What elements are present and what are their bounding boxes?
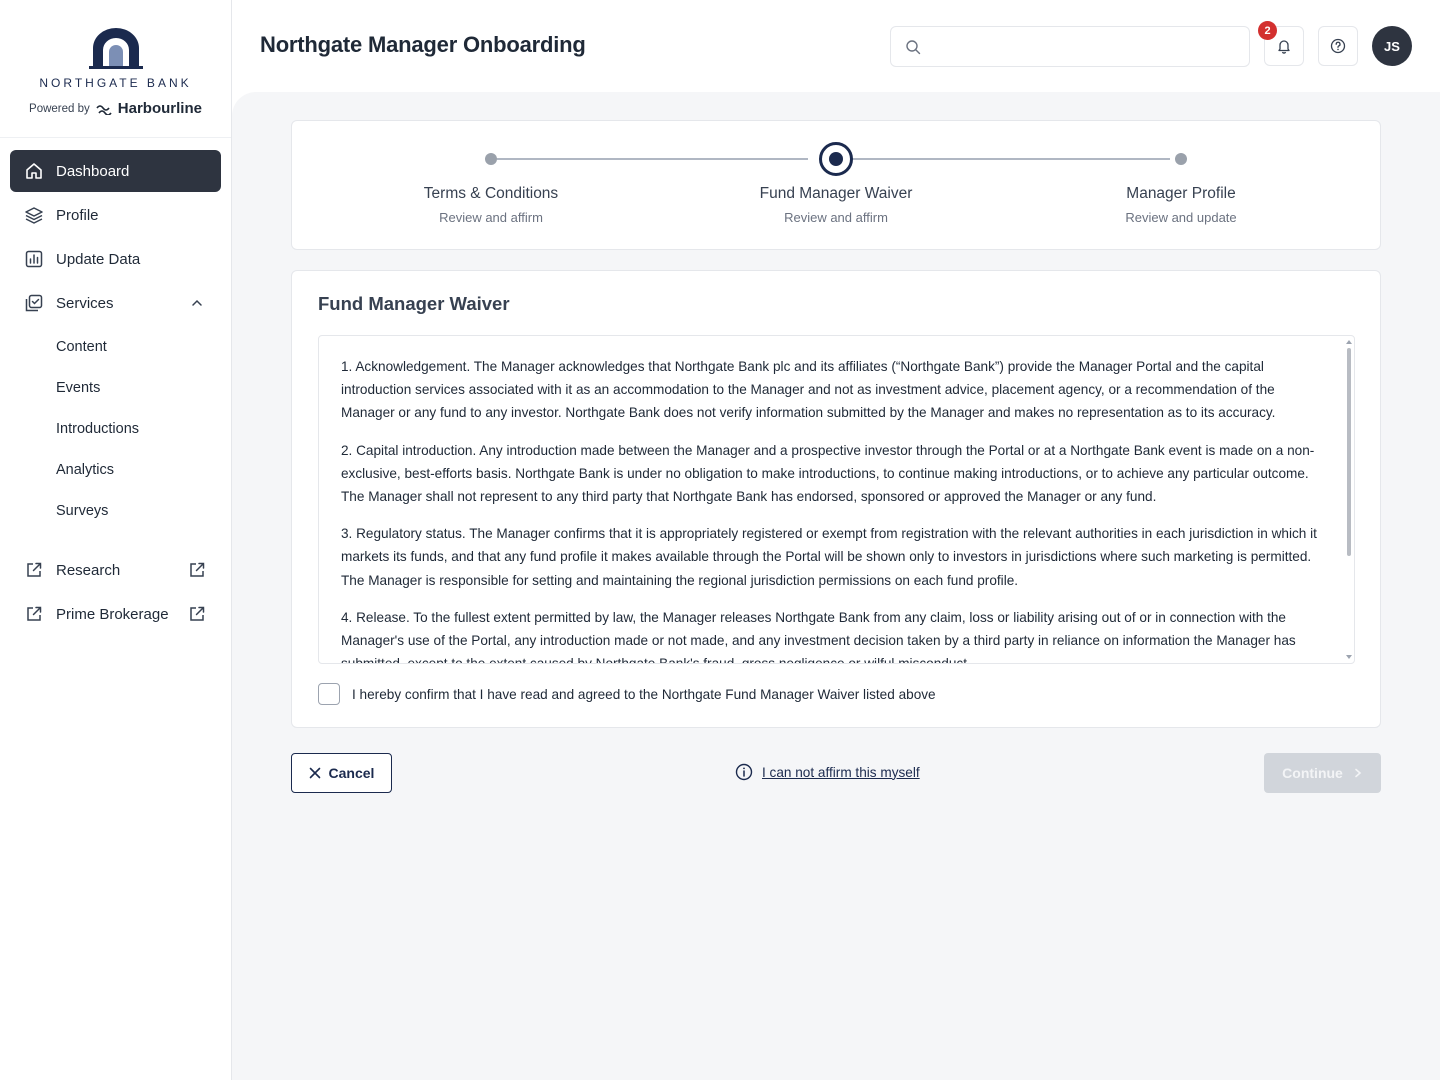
- northgate-logo-icon: [88, 28, 143, 69]
- step-connector: [852, 158, 1170, 160]
- sidebar-item-update-data[interactable]: Update Data: [10, 238, 221, 280]
- search-icon: [906, 40, 921, 55]
- sidebar-item-dashboard[interactable]: Dashboard: [10, 150, 221, 192]
- brand-block: NORTHGATE BANK Powered by Harbourline: [0, 0, 231, 138]
- cancel-button-label: Cancel: [328, 765, 375, 781]
- services-icon: [25, 294, 43, 312]
- powered-by-row: Powered by Harbourline: [29, 100, 202, 117]
- sidebar-item-label: Prime Brokerage: [56, 605, 169, 623]
- step-sub-terms: Review and affirm: [439, 210, 543, 225]
- sidebar-item-label: Profile: [56, 206, 99, 224]
- scrollbar-thumb[interactable]: [1347, 348, 1351, 556]
- chevron-up-icon[interactable]: [187, 293, 207, 313]
- sidebar-item-label: Services: [56, 294, 114, 312]
- powered-by-text: Powered by: [29, 102, 90, 115]
- waiver-paragraph: 2. Capital introduction. Any introductio…: [341, 442, 1315, 505]
- sidebar-subitem-introductions[interactable]: Introductions: [10, 408, 221, 449]
- cannot-affirm-link[interactable]: I can not affirm this myself: [735, 763, 920, 781]
- sidebar-item-label: Dashboard: [56, 162, 130, 180]
- sidebar-item-research[interactable]: Research: [10, 549, 221, 591]
- confirm-waiver-label[interactable]: I hereby confirm that I have read and ag…: [352, 687, 936, 702]
- scroll-down-arrow-icon[interactable]: [1346, 655, 1352, 659]
- top-bar: Northgate Manager Onboarding 2 JS: [232, 0, 1440, 92]
- layers-icon: [25, 207, 43, 224]
- step-label-profile: Manager Profile: [1126, 185, 1236, 202]
- page-title: Northgate Manager Onboarding: [260, 32, 586, 57]
- step-marker-terms: [485, 153, 497, 165]
- step-marker-waiver-current: [819, 142, 853, 176]
- scroll-up-arrow-icon[interactable]: [1346, 340, 1352, 344]
- external-link-icon: [190, 606, 205, 621]
- waiver-paragraph: 1. Acknowledgement. The Manager acknowle…: [341, 359, 1276, 421]
- continue-button-label: Continue: [1282, 765, 1343, 781]
- close-icon: [309, 767, 320, 779]
- sidebar-item-label: Research: [56, 561, 121, 579]
- brand-name: NORTHGATE BANK: [39, 76, 192, 90]
- sidebar-item-label: Update Data: [56, 250, 141, 268]
- sidebar-item-prime-brokerage[interactable]: Prime Brokerage: [10, 593, 221, 635]
- sidebar: NORTHGATE BANK Powered by Harbourline Da…: [0, 0, 232, 1080]
- harbourline-name: Harbourline: [117, 100, 202, 117]
- notification-count-badge: 2: [1258, 21, 1277, 40]
- info-icon: [735, 763, 753, 781]
- chevron-right-icon: [1355, 768, 1362, 778]
- step-label-terms: Terms & Conditions: [423, 185, 559, 202]
- step-sub-waiver: Review and affirm: [784, 210, 888, 225]
- help-button[interactable]: [1318, 26, 1358, 66]
- sidebar-subitem-content[interactable]: Content: [10, 326, 221, 367]
- sidebar-subitem-analytics[interactable]: Analytics: [10, 449, 221, 490]
- confirm-waiver-checkbox[interactable]: [318, 683, 340, 705]
- harbourline-wave-icon: [96, 104, 112, 115]
- sidebar-nav: Dashboard Profile Update Data Services C…: [0, 138, 231, 635]
- sidebar-subitem-surveys[interactable]: Surveys: [10, 490, 221, 531]
- waiver-card: Fund Manager Waiver 1. Acknowledgement. …: [291, 270, 1381, 728]
- onboarding-stepper: Terms & Conditions Review and affirm Fun…: [291, 120, 1381, 250]
- confirm-waiver-row[interactable]: I hereby confirm that I have read and ag…: [318, 683, 936, 705]
- cancel-button[interactable]: Cancel: [291, 753, 392, 793]
- step-label-waiver: Fund Manager Waiver: [759, 185, 913, 202]
- waiver-paragraph: 3. Regulatory status. The Manager confir…: [341, 526, 1317, 588]
- external-link-icon: [27, 606, 42, 621]
- search-input[interactable]: [931, 27, 1241, 66]
- bar-chart-icon: [25, 250, 43, 268]
- sidebar-item-profile[interactable]: Profile: [10, 194, 221, 236]
- help-circle-icon: [1330, 38, 1346, 54]
- step-connector: [497, 158, 808, 160]
- bell-icon: [1278, 40, 1290, 54]
- waiver-text: 1. Acknowledgement. The Manager acknowle…: [341, 355, 1321, 664]
- continue-button[interactable]: Continue: [1264, 753, 1381, 793]
- sidebar-subitem-events[interactable]: Events: [10, 367, 221, 408]
- waiver-title: Fund Manager Waiver: [318, 293, 510, 314]
- external-link-icon: [190, 562, 205, 577]
- cannot-affirm-label[interactable]: I can not affirm this myself: [762, 765, 920, 780]
- sidebar-item-services[interactable]: Services: [10, 282, 221, 324]
- main-content: Terms & Conditions Review and affirm Fun…: [232, 92, 1440, 1080]
- step-marker-profile: [1175, 153, 1187, 165]
- home-icon: [26, 163, 42, 179]
- step-sub-profile: Review and update: [1125, 210, 1237, 225]
- search-box[interactable]: [890, 26, 1250, 67]
- waiver-text-scroll-area[interactable]: 1. Acknowledgement. The Manager acknowle…: [318, 335, 1355, 664]
- external-link-icon: [27, 562, 42, 577]
- user-avatar[interactable]: JS: [1372, 26, 1412, 66]
- waiver-paragraph: 4. Release. To the fullest extent permit…: [341, 609, 1296, 664]
